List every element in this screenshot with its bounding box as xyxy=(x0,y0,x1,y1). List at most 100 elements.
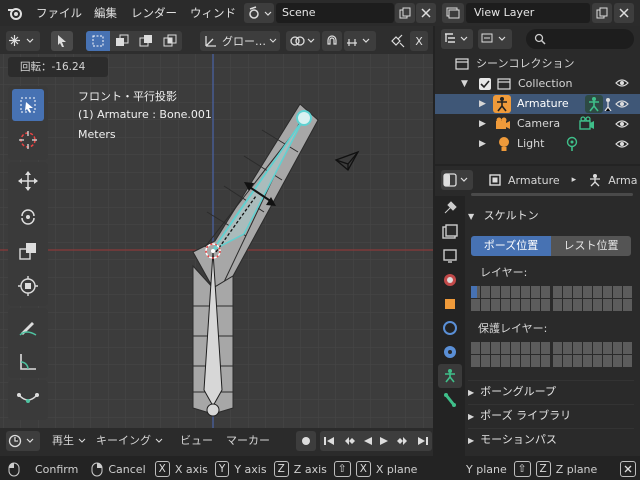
layer-cell[interactable] xyxy=(481,299,490,311)
layer-cell[interactable] xyxy=(521,342,530,354)
layer-cell[interactable] xyxy=(521,286,530,298)
outliner-search-input[interactable] xyxy=(526,29,634,49)
viewlayer-icon[interactable] xyxy=(442,3,464,23)
layer-cell[interactable] xyxy=(501,299,510,311)
scene-type-button[interactable] xyxy=(244,3,274,23)
outliner-row-light[interactable]: ▶ Light xyxy=(435,134,640,154)
pose-position-button[interactable]: ポーズ位置 xyxy=(471,236,551,256)
layer-cell[interactable] xyxy=(531,355,540,367)
layer-cell[interactable] xyxy=(531,342,540,354)
layer-cell[interactable] xyxy=(593,342,602,354)
layer-cell[interactable] xyxy=(541,355,550,367)
layer-cell[interactable] xyxy=(491,286,500,298)
layer-cell[interactable] xyxy=(603,299,612,311)
layer-cell[interactable] xyxy=(613,299,622,311)
layer-cell[interactable] xyxy=(563,355,572,367)
layer-cell[interactable] xyxy=(573,342,582,354)
layer-cell[interactable] xyxy=(613,286,622,298)
layer-cell[interactable] xyxy=(553,355,562,367)
viewlayer-copy-icon[interactable] xyxy=(592,3,612,23)
layer-cell[interactable] xyxy=(471,342,480,354)
camera-data-icon[interactable] xyxy=(579,116,595,132)
layer-cell[interactable] xyxy=(573,286,582,298)
layer-cell[interactable] xyxy=(563,342,572,354)
move-tool-icon[interactable] xyxy=(12,165,44,197)
properties-editor-type[interactable] xyxy=(441,170,473,190)
scene-name-field[interactable]: Scene xyxy=(276,3,394,23)
menu-render[interactable]: レンダー xyxy=(131,0,177,26)
modifiers-tab[interactable] xyxy=(438,340,462,364)
status-close-icon[interactable] xyxy=(620,461,636,477)
scene-tab[interactable] xyxy=(438,268,462,292)
motion-paths-section[interactable]: ▶ モーションパス xyxy=(468,428,634,450)
pose-library-section[interactable]: ▶ ポーズ ライブラリ xyxy=(468,404,634,426)
visibility-eye-icon[interactable] xyxy=(615,118,629,130)
collection-checkbox[interactable] xyxy=(479,78,491,90)
play-reverse-icon[interactable] xyxy=(363,436,373,446)
outliner-row-collection[interactable]: ▼ Collection xyxy=(435,74,640,94)
bone-groups-section[interactable]: ▶ ボーングループ xyxy=(468,380,634,402)
layer-cell[interactable] xyxy=(491,342,500,354)
viewlayer-name-field[interactable]: View Layer xyxy=(466,3,590,23)
layer-cell[interactable] xyxy=(623,342,632,354)
layer-cell[interactable] xyxy=(491,355,500,367)
snap-magnet-icon[interactable] xyxy=(322,31,342,51)
viewlayer-close-icon[interactable] xyxy=(614,3,634,23)
rotate-tool-icon[interactable] xyxy=(12,200,44,232)
layer-cell[interactable] xyxy=(541,286,550,298)
roll-tool-icon[interactable] xyxy=(12,383,44,415)
armature-data-tab[interactable] xyxy=(438,364,462,388)
scene-copy-icon[interactable] xyxy=(395,3,415,23)
layer-cell[interactable] xyxy=(603,355,612,367)
layer-cell[interactable] xyxy=(531,286,540,298)
menu-edit[interactable]: 編集 xyxy=(94,0,117,26)
select-subtract-icon[interactable] xyxy=(134,31,158,51)
object-tab[interactable] xyxy=(438,316,462,340)
rest-position-button[interactable]: レスト位置 xyxy=(551,236,631,256)
armature-data-icon[interactable] xyxy=(585,95,603,113)
timeline-marker-menu[interactable]: マーカー xyxy=(226,431,270,451)
menu-window[interactable]: ウィンド xyxy=(190,0,236,26)
layer-cell[interactable] xyxy=(563,286,572,298)
layer-cell[interactable] xyxy=(553,299,562,311)
menu-file[interactable]: ファイル xyxy=(36,0,82,26)
layer-cell[interactable] xyxy=(511,355,520,367)
layer-cell[interactable] xyxy=(593,286,602,298)
layer-cell[interactable] xyxy=(593,299,602,311)
layer-cell[interactable] xyxy=(623,286,632,298)
3d-viewport[interactable] xyxy=(0,26,433,456)
cursor-tool-icon[interactable] xyxy=(12,124,44,156)
layer-cell[interactable] xyxy=(481,286,490,298)
scene-close-icon[interactable] xyxy=(416,3,436,23)
record-icon[interactable] xyxy=(296,431,316,451)
layer-grid-left[interactable] xyxy=(471,286,550,311)
layer-cell[interactable] xyxy=(573,299,582,311)
layer-cell[interactable] xyxy=(613,342,622,354)
layer-cell[interactable] xyxy=(511,342,520,354)
layer-cell[interactable] xyxy=(521,299,530,311)
next-keyframe-icon[interactable] xyxy=(396,436,410,446)
visibility-eye-icon[interactable] xyxy=(615,138,629,150)
editor-type-button[interactable] xyxy=(6,31,40,51)
layer-cell[interactable] xyxy=(471,355,480,367)
visibility-eye-icon[interactable] xyxy=(615,77,629,89)
layer-cell[interactable] xyxy=(541,299,550,311)
timeline-editor-type[interactable] xyxy=(6,431,40,451)
select-extend-icon[interactable] xyxy=(110,31,134,51)
bone-tab[interactable] xyxy=(438,388,462,412)
layer-cell[interactable] xyxy=(521,355,530,367)
layer-grid-right[interactable] xyxy=(553,286,632,311)
layer-cell[interactable] xyxy=(583,355,592,367)
prev-keyframe-icon[interactable] xyxy=(342,436,356,446)
layer-cell[interactable] xyxy=(583,342,592,354)
playback-menu[interactable]: 再生 xyxy=(48,431,86,451)
light-data-icon[interactable] xyxy=(565,136,579,152)
snap-target-dropdown[interactable] xyxy=(344,31,376,51)
layer-cell[interactable] xyxy=(583,286,592,298)
scale-tool-icon[interactable] xyxy=(12,235,44,267)
expand-arrow-icon[interactable]: ▶ xyxy=(479,134,486,154)
layer-cell[interactable] xyxy=(593,355,602,367)
jump-start-icon[interactable] xyxy=(323,436,335,446)
select-box-tool[interactable] xyxy=(12,89,44,121)
transform-tool-icon[interactable] xyxy=(12,270,44,302)
